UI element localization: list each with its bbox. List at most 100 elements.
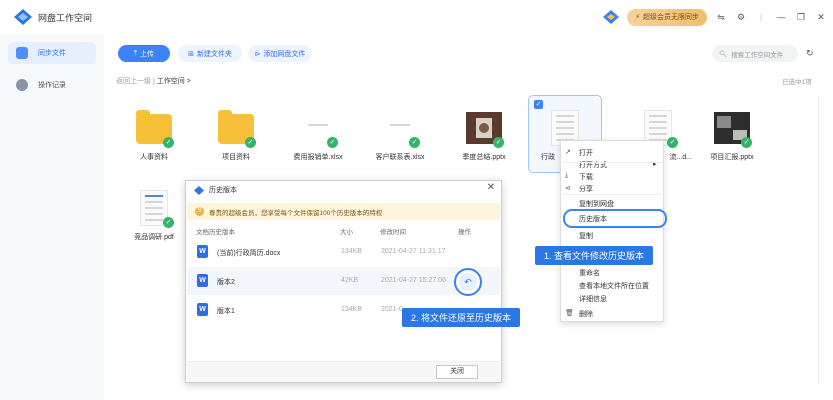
open-icon: ↗ bbox=[565, 149, 571, 156]
file-item[interactable]: ✓ 项目资料 bbox=[198, 110, 274, 162]
context-menu: ↗ 打开 打开方式 ▸ ⤓ 下载 ⋖ 分享 复制到网盘 历史版本 复制 重命名 … bbox=[560, 140, 664, 322]
callout-text: 2. 将文件还原至历史版本 bbox=[411, 313, 512, 323]
file-item[interactable]: ✓ 项目汇报.pptx bbox=[694, 110, 770, 162]
menu-item-copy-to-disk[interactable]: 复制到网盘 bbox=[579, 199, 614, 209]
version-name: 版本2 bbox=[217, 279, 235, 286]
word-file-icon: W bbox=[197, 245, 208, 258]
dialog-title-bar: 历史版本 bbox=[194, 185, 237, 195]
version-time: 2021-0 bbox=[381, 306, 403, 313]
new-folder-icon: ⊞ bbox=[188, 50, 194, 58]
vip-sync-badge[interactable]: ⚡ 超级会员无限同步 bbox=[627, 8, 707, 26]
word-file-icon: W bbox=[197, 303, 208, 316]
file-item[interactable]: ✓ 季度总结.pptx bbox=[446, 110, 522, 162]
file-name: 季度总结.pptx bbox=[462, 154, 506, 161]
close-icon[interactable]: ✕ bbox=[815, 11, 827, 23]
history-version-highlight bbox=[563, 209, 667, 228]
column-header-time: 修改时间 bbox=[380, 229, 406, 236]
close-icon[interactable]: ✕ bbox=[487, 182, 495, 193]
add-file-icon: ⊳ bbox=[254, 50, 261, 58]
file-item[interactable]: ✓ 客户联系表.xlsx bbox=[362, 110, 438, 162]
divider: | bbox=[759, 12, 763, 22]
file-item[interactable]: ✓ 竞品调研.pdf bbox=[116, 190, 192, 242]
version-size: 134KB bbox=[341, 306, 363, 313]
sidebar-item-operation-log[interactable]: 操作记录 bbox=[8, 74, 96, 96]
file-item[interactable]: ✓ 人事资料 bbox=[116, 110, 192, 162]
synced-check-icon: ✓ bbox=[327, 137, 338, 148]
new-folder-label: 新建文件夹 bbox=[196, 50, 232, 58]
menu-item-copy[interactable]: 复制 bbox=[579, 231, 593, 241]
app-logo-icon bbox=[194, 185, 204, 195]
synced-check-icon: ✓ bbox=[741, 137, 752, 148]
column-header-action: 操作 bbox=[458, 229, 471, 236]
callout-step-2: 2. 将文件还原至历史版本 bbox=[402, 308, 521, 327]
gear-icon[interactable]: ⚙ bbox=[735, 11, 747, 23]
file-name: 人事资料 bbox=[140, 154, 168, 161]
menu-item-download[interactable]: 下载 bbox=[579, 172, 593, 182]
selection-count: 已选中1项 bbox=[782, 79, 812, 86]
breadcrumb-separator: | bbox=[152, 78, 155, 85]
sidebar-item-sync-files[interactable]: 同步文件 bbox=[8, 42, 96, 64]
file-item[interactable]: ✓ 费用报销单.xlsx bbox=[280, 110, 356, 162]
sidebar-item-label: 操作记录 bbox=[38, 82, 66, 89]
synced-check-icon: ✓ bbox=[163, 137, 174, 148]
menu-item-open[interactable]: 打开 bbox=[579, 148, 593, 158]
maximize-icon[interactable]: ❐ bbox=[795, 11, 807, 23]
dialog-title: 历史版本 bbox=[209, 187, 237, 194]
transfer-icon[interactable]: ⇋ bbox=[715, 11, 727, 23]
upload-icon: ⤒ bbox=[133, 49, 138, 57]
vip-coin-icon: S bbox=[195, 207, 204, 216]
breadcrumb-arrow: > bbox=[186, 78, 191, 85]
breadcrumb-current: 工作空间 bbox=[156, 78, 185, 85]
breadcrumb-back[interactable]: 返回上一级 bbox=[116, 78, 151, 85]
synced-check-icon: ✓ bbox=[667, 137, 678, 148]
divider bbox=[560, 162, 664, 163]
divider bbox=[560, 194, 664, 195]
table-row[interactable]: W (当前)行政简历.docx 134KB 2021-04-27 11:31:1… bbox=[187, 238, 500, 266]
title-bar: 网盘工作空间 ⚡ 超级会员无限同步 ⇋ ⚙ | — ❐ ✕ bbox=[0, 0, 833, 34]
app-title: 网盘工作空间 bbox=[38, 13, 93, 23]
file-name: 项目资料 bbox=[222, 154, 250, 161]
refresh-icon[interactable]: ↻ bbox=[806, 48, 814, 59]
column-header-name: 文档历史版本 bbox=[196, 229, 235, 236]
menu-item-share[interactable]: 分享 bbox=[579, 184, 593, 194]
search-icon: 🔍︎ bbox=[719, 50, 728, 58]
undo-icon: ↶ bbox=[459, 273, 477, 291]
sidebar-item-label: 同步文件 bbox=[38, 50, 66, 57]
notice-text: 尊贵的超级会员，您享受每个文件保留100个历史版本的特权 bbox=[209, 209, 383, 217]
checkbox-checked-icon[interactable]: ✓ bbox=[534, 100, 543, 109]
version-time: 2021-04-27 15:27:06 bbox=[381, 277, 446, 284]
column-header-size: 大小 bbox=[340, 229, 353, 236]
menu-item-rename[interactable]: 重命名 bbox=[579, 268, 600, 278]
synced-check-icon: ✓ bbox=[163, 217, 174, 228]
app-logo-icon bbox=[14, 9, 32, 25]
share-icon: ⋖ bbox=[565, 185, 571, 192]
version-size: 134KB bbox=[341, 248, 363, 255]
minimize-icon[interactable]: — bbox=[775, 11, 787, 23]
lightning-icon: ⚡ bbox=[635, 14, 640, 21]
new-folder-button[interactable]: ⊞ 新建文件夹 bbox=[178, 45, 242, 62]
menu-item-show-local[interactable]: 查看本地文件所在位置 bbox=[579, 281, 649, 291]
menu-item-delete[interactable]: 删除 bbox=[579, 309, 593, 319]
vip-label: 超级会员无限同步 bbox=[643, 14, 699, 21]
close-button[interactable]: 关闭 bbox=[436, 365, 478, 379]
upload-button[interactable]: ⤒ 上传 bbox=[118, 45, 170, 62]
file-name: 竞品调研.pdf bbox=[134, 234, 174, 241]
search-input[interactable]: 🔍︎ 搜索工作空间文件 bbox=[712, 45, 798, 62]
restore-version-button[interactable]: ↶ bbox=[454, 268, 482, 296]
menu-item-details[interactable]: 详细信息 bbox=[579, 294, 607, 304]
synced-check-icon: ✓ bbox=[245, 137, 256, 148]
version-name: (当前)行政简历.docx bbox=[217, 250, 281, 257]
diamond-icon[interactable] bbox=[603, 10, 620, 24]
add-disk-file-label: 添加网盘文件 bbox=[263, 50, 306, 58]
add-disk-file-button[interactable]: ⊳ 添加网盘文件 bbox=[248, 45, 312, 62]
divider bbox=[818, 95, 819, 385]
file-name: 项目汇报.pptx bbox=[710, 154, 754, 161]
version-time: 2021-04-27 11:31:17 bbox=[381, 248, 446, 255]
synced-check-icon: ✓ bbox=[409, 137, 420, 148]
callout-step-1: 1. 查看文件修改历史版本 bbox=[535, 246, 654, 265]
upload-label: 上传 bbox=[140, 50, 155, 58]
trash-icon: 🗑︎ bbox=[565, 310, 574, 317]
version-name: 版本1 bbox=[217, 308, 235, 315]
search-placeholder: 搜索工作空间文件 bbox=[731, 51, 784, 59]
clock-icon bbox=[16, 79, 28, 91]
